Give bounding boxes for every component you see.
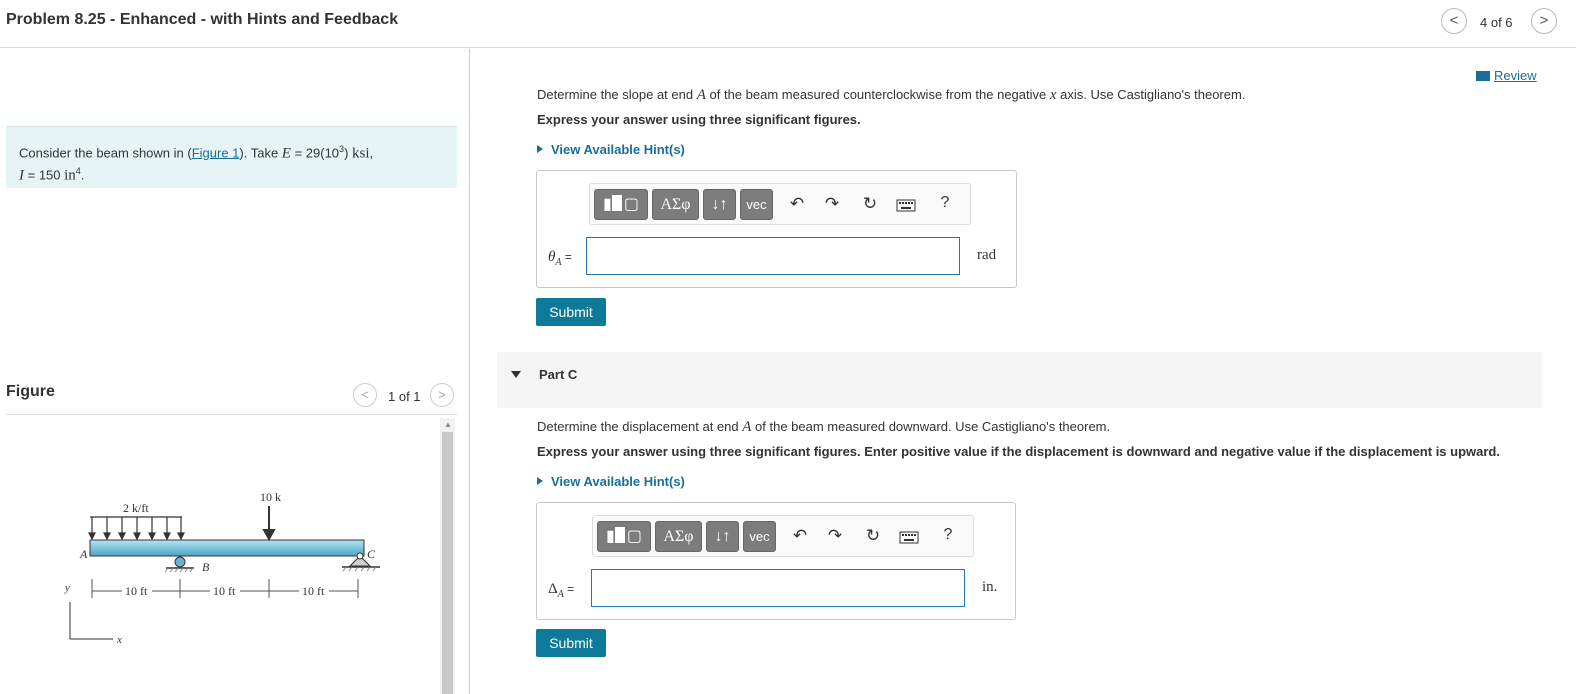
symbol-A: A <box>696 87 706 103</box>
equals-sign: = <box>563 582 575 596</box>
next-problem-button[interactable]: > <box>1531 8 1557 34</box>
help-icon[interactable]: ? <box>937 526 959 544</box>
greek-button[interactable]: ΑΣφ <box>652 189 699 220</box>
undo-icon[interactable]: ↶ <box>789 526 811 546</box>
subscript-superscript-button[interactable]: ↓↑ <box>706 521 739 552</box>
part-b-hint-toggle[interactable]: View Available Hint(s) <box>537 142 685 157</box>
part-c-answer-input[interactable] <box>591 569 965 607</box>
pin <box>356 552 364 560</box>
vector-button[interactable]: vec <box>740 189 773 220</box>
reset-icon[interactable]: ↻ <box>862 526 884 546</box>
symbol-E: E <box>281 145 291 162</box>
part-c-header[interactable] <box>497 352 1542 408</box>
caret-down-icon[interactable] <box>511 371 521 378</box>
question-text: Determine the displacement at end <box>537 419 743 434</box>
undo-icon[interactable]: ↶ <box>786 194 808 214</box>
problem-title: Problem 8.25 - Enhanced - with Hints and… <box>6 11 399 28</box>
intro-text: Consider the beam shown in ( <box>19 145 192 161</box>
part-c-hint-toggle[interactable]: View Available Hint(s) <box>537 474 685 489</box>
figure-scrollbar-thumb[interactable] <box>442 432 453 694</box>
templates-button[interactable]: ▮ ▢ <box>594 189 648 220</box>
x-axis-label: x <box>116 634 122 646</box>
vector-button[interactable]: vec <box>743 521 776 552</box>
templates-icon: ▮ ▢ <box>606 527 642 545</box>
equals-sign: = <box>561 250 572 264</box>
part-b-question: Determine the slope at end A of the beam… <box>537 87 1245 104</box>
intro-text: ). Take <box>239 145 282 161</box>
part-c-instruction: Express your answer using three signific… <box>537 444 1500 459</box>
caret-right-icon <box>537 477 543 485</box>
book-icon <box>1476 71 1490 81</box>
figure-divider <box>6 414 457 415</box>
beam <box>89 539 365 557</box>
unit-rad: rad <box>977 247 997 263</box>
prev-figure-button[interactable]: < <box>353 383 377 407</box>
distributed-load-label: 2 k/ft <box>123 501 149 515</box>
greek-button[interactable]: ΑΣφ <box>655 521 702 552</box>
part-b-answer-input[interactable] <box>586 237 960 275</box>
y-axis-label: y <box>64 582 70 594</box>
review-label: Review <box>1494 68 1537 83</box>
delta-a-label: ΔA = <box>548 580 574 600</box>
hint-label: View Available Hint(s) <box>551 142 685 157</box>
point-c-label: C <box>367 547 376 561</box>
roller-support <box>174 556 186 568</box>
pane-divider <box>469 49 470 694</box>
top-bar: Problem 8.25 - Enhanced - with Hints and… <box>0 0 1576 48</box>
point-load <box>262 506 276 542</box>
problem-counter: 4 of 6 <box>1480 15 1513 30</box>
scroll-up-arrow[interactable]: ▲ <box>444 420 452 429</box>
question-text: of the beam measured downward. Use Casti… <box>751 419 1111 434</box>
intro-text: . <box>80 167 85 183</box>
intro-text: , <box>369 145 374 161</box>
distributed-load <box>88 516 185 541</box>
intro-text: ) <box>344 145 353 161</box>
subscript-superscript-button[interactable]: ↓↑ <box>703 189 736 220</box>
next-figure-button[interactable]: > <box>430 383 454 407</box>
help-icon[interactable]: ? <box>934 194 956 212</box>
dimension-label: 10 ft <box>125 584 148 598</box>
figure-heading: Figure <box>6 383 55 400</box>
templates-icon: ▮ ▢ <box>603 195 639 213</box>
math-toolbar: ▮ ▢ ΑΣφ ↓↑ vec ↶ ↷ ↻ ? <box>592 515 974 557</box>
part-b-instruction: Express your answer using three signific… <box>537 112 861 127</box>
point-b-label: B <box>202 560 210 574</box>
part-c-label[interactable]: Part C <box>539 367 577 382</box>
unit-in: in. <box>982 579 998 595</box>
intro-text: = 29(10 <box>290 145 340 161</box>
hint-label: View Available Hint(s) <box>551 474 685 489</box>
question-text: axis. Use Castigliano's theorem. <box>1056 87 1246 102</box>
caret-right-icon <box>537 145 543 153</box>
reset-icon[interactable]: ↻ <box>859 194 881 214</box>
review-link[interactable]: Review <box>1476 68 1537 83</box>
templates-button[interactable]: ▮ ▢ <box>597 521 651 552</box>
keyboard-icon[interactable] <box>895 197 917 217</box>
part-b-submit-button[interactable]: Submit <box>536 298 606 326</box>
question-text: of the beam measured counterclockwise fr… <box>705 87 1050 102</box>
redo-icon[interactable]: ↷ <box>824 526 846 546</box>
unit-in: in <box>64 167 76 184</box>
beam-figure: 2 k/ft 10 k A B C 10 ft 10 ft 10 ft y x <box>64 490 380 646</box>
point-load-label: 10 k <box>260 490 281 504</box>
math-toolbar: ▮ ▢ ΑΣφ ↓↑ vec ↶ ↷ ↻ ? <box>589 183 971 225</box>
dimension-label: 10 ft <box>213 584 236 598</box>
figure-counter: 1 of 1 <box>388 389 421 404</box>
unit-ksi: ksi <box>352 145 370 162</box>
theta-a-label: θA = <box>548 248 572 268</box>
question-text: Determine the slope at end <box>537 87 697 102</box>
part-c-answer-box: ▮ ▢ ΑΣφ ↓↑ vec ↶ ↷ ↻ ? ΔA = in. <box>536 502 1016 620</box>
part-c-question: Determine the displacement at end A of t… <box>537 419 1110 436</box>
symbol-delta: Δ <box>548 581 558 597</box>
point-a-label: A <box>79 547 88 561</box>
figure-link[interactable]: Figure 1 <box>192 145 240 160</box>
prev-problem-button[interactable]: < <box>1441 8 1467 34</box>
redo-icon[interactable]: ↷ <box>821 194 843 214</box>
problem-intro: Consider the beam shown in (Figure 1). T… <box>6 126 457 188</box>
part-c-submit-button[interactable]: Submit <box>536 629 606 657</box>
part-b-answer-box: ▮ ▢ ΑΣφ ↓↑ vec ↶ ↷ ↻ ? θA = rad <box>536 170 1017 288</box>
dimension-label: 10 ft <box>302 584 325 598</box>
keyboard-icon[interactable] <box>898 529 920 549</box>
intro-text: = 150 <box>24 167 65 183</box>
symbol-x: x <box>1049 87 1057 103</box>
